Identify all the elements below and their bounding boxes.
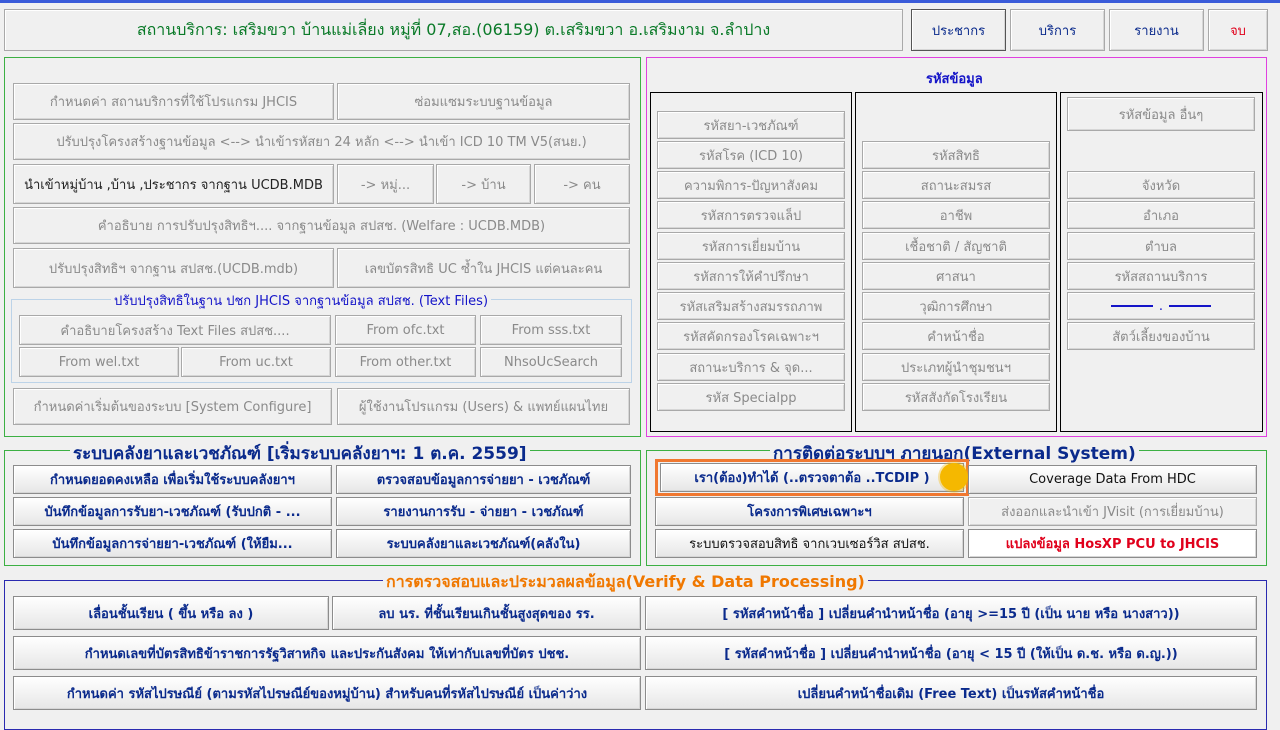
record-receipt-button[interactable]: บันทึกข้อมูลการรับยา-เวชภัณฑ์ (รับปกติ -… xyxy=(13,497,332,526)
welfare-description-button[interactable]: คำอธิบาย การปรับปรุงสิทธิฯ.... จากฐานข้อ… xyxy=(13,207,630,244)
nav-report-button[interactable]: รายงาน xyxy=(1109,9,1204,51)
update-rights-ucdb-button[interactable]: ปรับปรุงสิทธิฯ จากฐาน สปสช.(UCDB.mdb) xyxy=(13,248,334,288)
separator-button[interactable]: . xyxy=(1067,292,1255,320)
icd10-code-button[interactable]: รหัสโรค (ICD 10) xyxy=(657,141,845,169)
disability-code-button[interactable]: ความพิการ-ปัญหาสังคม xyxy=(657,171,845,199)
special-project-button[interactable]: โครงการพิเศษเฉพาะฯ xyxy=(655,497,964,526)
internal-inventory-button[interactable]: ระบบคลังยาและเวชภัณฑ์(คลังใน) xyxy=(336,529,631,558)
nav-exit-button[interactable]: จบ xyxy=(1208,9,1268,51)
duplicate-uc-card-button[interactable]: เลขบัตรสิทธิ UC ซ้ำใน JHCIS แต่คนละคน xyxy=(337,248,630,288)
record-dispensing-button[interactable]: บันทึกข้อมูลการจ่ายยา-เวชภัณฑ์ (ให้ยืม..… xyxy=(13,529,332,558)
import-house-button[interactable]: -> บ้าน xyxy=(436,164,531,204)
school-affiliation-button[interactable]: รหัสสังกัดโรงเรียน xyxy=(862,383,1050,411)
from-uc-button[interactable]: From uc.txt xyxy=(181,347,331,377)
other-codes-button[interactable]: รหัสข้อมูล อื่นๆ xyxy=(1067,97,1255,131)
jvisit-export-import-button[interactable]: ส่งออกและนำเข้า JVisit (การเยี่ยมบ้าน) xyxy=(968,497,1257,526)
receipt-dispense-report-button[interactable]: รายงานการรับ - จ่ายยา - เวชภัณฑ์ xyxy=(336,497,631,526)
system-configure-button[interactable]: กำหนดค่าเริ่มต้นของระบบ [System Configur… xyxy=(13,388,332,425)
textfiles-legend: ปรับปรุงสิทธิในฐาน ปชก JHCIS จากฐานข้อมู… xyxy=(111,290,492,311)
lab-code-button[interactable]: รหัสการตรวจแล็ป xyxy=(657,201,845,229)
prefix-child-button[interactable]: [ รหัสคำหน้าชื่อ ] เปลี่ยนคำนำหน้าชื่อ (… xyxy=(645,636,1257,670)
top-accent-line xyxy=(0,0,1280,3)
coverage-data-hdc-button[interactable]: Coverage Data From HDC xyxy=(968,465,1257,494)
religion-button[interactable]: ศาสนา xyxy=(862,262,1050,290)
pets-button[interactable]: สัตว์เลี้ยงของบ้าน xyxy=(1067,322,1255,350)
ethnicity-nationality-button[interactable]: เชื้อชาติ / สัญชาติ xyxy=(862,232,1050,260)
subdistrict-button[interactable]: ตำบล xyxy=(1067,232,1255,260)
codes-title: รหัสข้อมูล xyxy=(926,72,983,87)
name-prefix-button[interactable]: คำหน้าชื่อ xyxy=(862,322,1050,350)
delete-over-grade-button[interactable]: ลบ นร. ที่ชั้นเรียนเกินชั้นสูงสุดของ รร. xyxy=(332,596,641,630)
update-db-structure-button[interactable]: ปรับปรุงโครงสร้างฐานข้อมูล <--> นำเข้ารห… xyxy=(13,123,630,160)
from-sss-button[interactable]: From sss.txt xyxy=(480,315,622,345)
home-visit-code-button[interactable]: รหัสการเยี่ยมบ้าน xyxy=(657,232,845,260)
from-wel-button[interactable]: From wel.txt xyxy=(19,347,179,377)
screening-code-button[interactable]: รหัสคัดกรองโรคเฉพาะฯ xyxy=(657,322,845,350)
separator-dash-right xyxy=(1169,305,1212,307)
occupation-button[interactable]: อาชีพ xyxy=(862,201,1050,229)
rehabilitation-code-button[interactable]: รหัสเสริมสร้างสมรรถภาพ xyxy=(657,292,845,320)
rights-code-button[interactable]: รหัสสิทธิ xyxy=(862,141,1050,169)
textfiles-description-button[interactable]: คำอธิบายโครงสร้าง Text Files สปสช.... xyxy=(19,315,331,345)
from-ofc-button[interactable]: From ofc.txt xyxy=(335,315,476,345)
nhso-webservice-rights-button[interactable]: ระบบตรวจสอบสิทธิ จากเวบเซอร์วิส สปสช. xyxy=(655,529,964,558)
hosxp-convert-button[interactable]: แปลงข้อมูล HosXP PCU to JHCIS xyxy=(968,529,1257,558)
users-and-thai-doctor-button[interactable]: ผู้ใช้งานโปรแกรม (Users) & แพทย์แผนไทย xyxy=(337,388,630,425)
nhso-uc-search-button[interactable]: NhsoUcSearch xyxy=(480,347,622,377)
specialpp-code-button[interactable]: รหัส Specialpp xyxy=(657,383,845,411)
verify-legend: การตรวจสอบและประมวลผลข้อมูล(Verify & Dat… xyxy=(383,570,868,595)
facility-config-button[interactable]: กำหนดค่า สถานบริการที่ใช้โปรแกรม JHCIS xyxy=(13,83,334,120)
set-opening-balance-button[interactable]: กำหนดยอดคงเหลือ เพื่อเริ่มใช้ระบบคลังยาฯ xyxy=(13,465,332,494)
drug-supply-code-button[interactable]: รหัสยา-เวชภัณฑ์ xyxy=(657,111,845,139)
service-status-button[interactable]: สถานะบริการ & จุด... xyxy=(657,353,845,381)
promote-grade-button[interactable]: เลื่อนชั้นเรียน ( ขึ้น หรือ ลง ) xyxy=(13,596,329,630)
repair-database-button[interactable]: ซ่อมแซมระบบฐานข้อมูล xyxy=(337,83,630,120)
district-button[interactable]: อำเภอ xyxy=(1067,201,1255,229)
import-ucdb-button[interactable]: นำเข้าหมู่บ้าน ,บ้าน ,ประชากร จากฐาน UCD… xyxy=(13,164,334,204)
cursor-highlight-dot xyxy=(940,463,968,491)
marital-status-button[interactable]: สถานะสมรส xyxy=(862,171,1050,199)
import-village-button[interactable]: -> หมู่... xyxy=(337,164,434,204)
counseling-code-button[interactable]: รหัสการให้คำปรึกษา xyxy=(657,262,845,290)
nav-service-button[interactable]: บริการ xyxy=(1010,9,1105,51)
prefix-adult-button[interactable]: [ รหัสคำหน้าชื่อ ] เปลี่ยนคำนำหน้าชื่อ (… xyxy=(645,596,1257,630)
community-leader-type-button[interactable]: ประเภทผู้นำชุมชนฯ xyxy=(862,353,1050,381)
import-person-button[interactable]: -> คน xyxy=(534,164,630,204)
nav-population-button[interactable]: ประชากร xyxy=(911,9,1006,51)
civil-servant-card-button[interactable]: กำหนดเลขที่บัตรสิทธิข้าราชการรัฐวิสาหกิจ… xyxy=(13,636,641,670)
check-dispensing-button[interactable]: ตรวจสอบข้อมูลการจ่ายยา - เวชภัณฑ์ xyxy=(336,465,631,494)
free-text-prefix-button[interactable]: เปลี่ยนคำหน้าชื่อเดิม (Free Text) เป็นรห… xyxy=(645,676,1257,710)
facility-code-button[interactable]: รหัสสถานบริการ xyxy=(1067,262,1255,290)
from-other-button[interactable]: From other.txt xyxy=(335,347,476,377)
postcode-default-button[interactable]: กำหนดค่า รหัสไปรษณีย์ (ตามรหัสไปรษณีย์ขอ… xyxy=(13,676,641,710)
province-button[interactable]: จังหวัด xyxy=(1067,171,1255,199)
tcdip-highlight-frame xyxy=(655,459,969,496)
inventory-legend: ระบบคลังยาและเวชภัณฑ์ [เริ่มระบบคลังยาฯ:… xyxy=(70,440,530,467)
education-button[interactable]: วุฒิการศึกษา xyxy=(862,292,1050,320)
separator-dot: . xyxy=(1158,298,1164,314)
facility-title: สถานบริการ: เสริมขวา บ้านแม่เลี่ยง หมู่ท… xyxy=(4,9,903,51)
separator-dash-left xyxy=(1110,305,1153,307)
